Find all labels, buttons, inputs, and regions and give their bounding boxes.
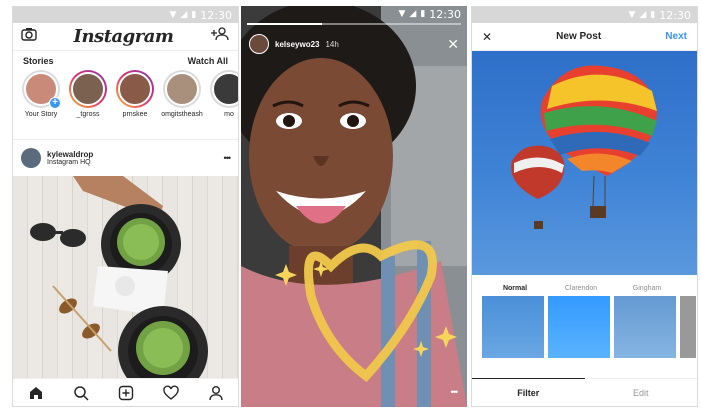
story-screen[interactable]: ▼ ◢ ▮ 12:30 kelseywo23 14h ✕ •••: [241, 6, 467, 407]
new-post-screen: ▼ ◢ ▮ 12:30 ✕ New Post Next Normal Clare…: [471, 6, 698, 407]
avatar: [118, 72, 152, 106]
search-icon[interactable]: [72, 384, 90, 402]
post-header: kylewaldrop Instagram HQ •••: [13, 140, 238, 176]
story-header: kelseywo23 14h ✕: [249, 34, 459, 54]
signal-icon: ◢: [409, 8, 417, 19]
story-username: Your Story: [24, 111, 58, 118]
filter-names: Normal Clarendon Gingham: [482, 285, 697, 292]
story-item[interactable]: + Your Story: [21, 70, 61, 135]
story-item[interactable]: prnskee: [115, 70, 155, 135]
new-post-header: ✕ New Post Next: [472, 23, 697, 51]
home-icon[interactable]: [27, 384, 45, 402]
add-icon[interactable]: [117, 384, 135, 402]
filter-thumb-gingham[interactable]: [614, 296, 676, 358]
avatar[interactable]: [21, 148, 41, 168]
stories-tray: + Your Story _tgross prnskee omgitstheash mo: [13, 68, 238, 140]
stories-label: Stories: [23, 56, 54, 66]
more-options-icon[interactable]: •••: [451, 387, 459, 397]
next-button[interactable]: Next: [665, 31, 687, 42]
hot-air-balloon-image: [540, 65, 657, 218]
story-username: prnskee: [122, 111, 148, 118]
post-location[interactable]: Instagram HQ: [47, 159, 218, 166]
story-ring[interactable]: [210, 70, 238, 108]
story-item[interactable]: mo: [209, 70, 238, 135]
post-photo[interactable]: [13, 176, 238, 392]
story-ring[interactable]: +: [22, 70, 61, 109]
story-ring[interactable]: [163, 70, 201, 108]
signal-icon: ◢: [639, 9, 647, 20]
story-progress-fill: [247, 23, 322, 25]
story-username: mo: [224, 111, 234, 118]
status-bar: ▼ ◢ ▮ 12:30: [241, 6, 467, 22]
sunglasses-image: [30, 223, 86, 247]
status-bar: ▼ ◢ ▮ 12:30: [472, 7, 697, 23]
image-preview: [472, 51, 697, 275]
wifi-icon: ▼: [398, 8, 406, 19]
small-balloon-image: [511, 145, 565, 229]
filter-thumbnails: [482, 296, 697, 358]
bottom-tab-bar: [13, 378, 238, 406]
filter-thumb-clarendon[interactable]: [548, 296, 610, 358]
filter-picker: Normal Clarendon Gingham: [472, 275, 697, 358]
filter-thumb-next[interactable]: [680, 296, 696, 358]
avatar: [165, 72, 199, 106]
profile-icon[interactable]: [207, 384, 225, 402]
avatar[interactable]: [249, 34, 269, 54]
filter-name[interactable]: Normal: [482, 285, 548, 292]
add-story-icon[interactable]: +: [49, 97, 61, 109]
avatar: [212, 72, 238, 106]
story-item[interactable]: _tgross: [68, 70, 108, 135]
story-username: _tgross: [76, 111, 100, 118]
tab-filter[interactable]: Filter: [472, 378, 585, 406]
story-ring[interactable]: [69, 70, 107, 108]
filter-edit-tabs: Filter Edit: [472, 378, 697, 406]
add-people-icon[interactable]: [210, 27, 230, 46]
story-progress-bar: [247, 23, 461, 25]
heart-icon[interactable]: [162, 384, 180, 402]
avatar: [71, 72, 105, 106]
feed-screen: ▼ ◢ ▮ 12:30 Instagram Stories Watch All …: [12, 6, 239, 407]
more-options-icon[interactable]: •••: [224, 153, 232, 163]
feed-header: Instagram: [13, 23, 238, 51]
story-photo: [241, 6, 467, 407]
story-username: omgitstheash: [161, 111, 203, 118]
status-time: 12:30: [659, 8, 691, 22]
tab-edit[interactable]: Edit: [585, 379, 698, 406]
watch-all-link[interactable]: Watch All: [188, 56, 228, 66]
story-time: 14h: [325, 39, 339, 49]
page-title: New Post: [556, 31, 602, 42]
wifi-icon: ▼: [628, 9, 636, 20]
close-icon[interactable]: ✕: [447, 36, 459, 53]
status-time: 12:30: [200, 8, 232, 22]
filter-thumb-normal[interactable]: [482, 296, 544, 358]
stories-header: Stories Watch All: [13, 51, 238, 68]
instagram-logo: Instagram: [73, 26, 174, 47]
status-time: 12:30: [429, 7, 461, 21]
story-item[interactable]: omgitstheash: [161, 70, 203, 135]
filter-name[interactable]: Clarendon: [548, 285, 614, 292]
status-bar: ▼ ◢ ▮ 12:30: [13, 7, 238, 23]
battery-icon: ▮: [650, 9, 656, 20]
post-username[interactable]: kylewaldrop: [47, 150, 218, 159]
filter-name[interactable]: Gingham: [614, 285, 680, 292]
battery-icon: ▮: [420, 8, 426, 19]
camera-icon[interactable]: [21, 27, 37, 46]
story-ring[interactable]: [116, 70, 154, 108]
close-icon[interactable]: ✕: [482, 30, 492, 44]
signal-icon: ◢: [180, 9, 188, 20]
battery-icon: ▮: [191, 9, 197, 20]
wifi-icon: ▼: [169, 9, 177, 20]
story-username[interactable]: kelseywo23: [275, 40, 319, 49]
